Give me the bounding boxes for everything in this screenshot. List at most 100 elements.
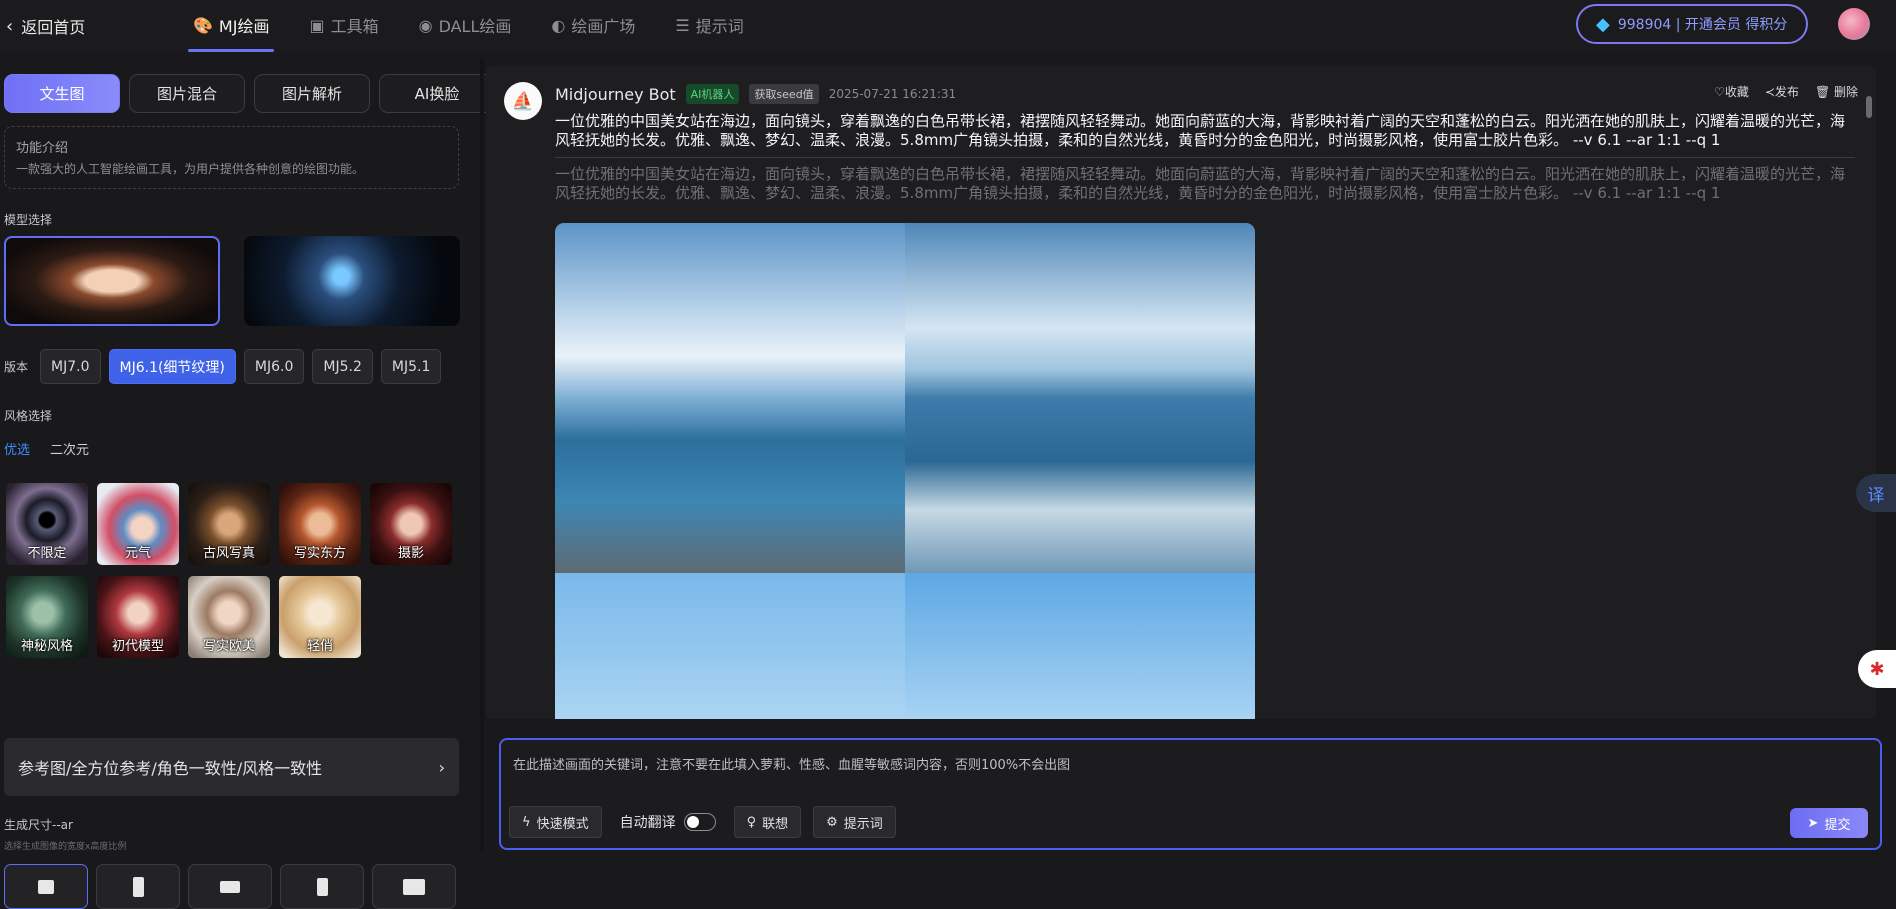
- palette-icon: ◉: [418, 15, 433, 35]
- style-caption: 轻俏: [306, 639, 333, 654]
- reference-options[interactable]: 参考图/全方位参考/角色一致性/风格一致性 ›: [4, 738, 459, 796]
- style-card[interactable]: 轻俏: [279, 576, 361, 658]
- model-card-realistic[interactable]: [4, 236, 220, 326]
- translate-float-button[interactable]: 译: [1856, 474, 1896, 512]
- prompt-input-placeholder[interactable]: 在此描述画面的关键词，注意不要在此填入萝莉、性感、血腥等敏感词内容，否则100%…: [513, 754, 1070, 773]
- get-seed-button[interactable]: 获取seed值: [749, 84, 819, 104]
- fast-mode-button[interactable]: ϟ 快速模式: [509, 806, 602, 838]
- style-card[interactable]: 古风写真: [188, 483, 270, 565]
- favorite-button[interactable]: ♡收藏: [1714, 83, 1749, 100]
- result-image-grid: [555, 223, 1255, 719]
- publish-button[interactable]: ≺发布: [1765, 83, 1799, 100]
- avatar[interactable]: [1838, 8, 1870, 40]
- version-mj52[interactable]: MJ5.2: [312, 349, 373, 384]
- palette-icon: 🎨: [193, 15, 213, 35]
- tab-prompts[interactable]: ☰ 提示词: [670, 0, 748, 50]
- message-time: 2025-07-21 16:21:31: [828, 87, 957, 101]
- style-card[interactable]: 摄影: [370, 483, 452, 565]
- prompt-helper-button[interactable]: ⚙ 提示词: [813, 806, 896, 838]
- version-label: 版本: [4, 360, 29, 374]
- portrait-icon: [316, 877, 328, 896]
- style-caption: 写实东方: [293, 546, 346, 561]
- style-caption: 神秘风格: [20, 639, 73, 654]
- result-image[interactable]: [555, 223, 905, 573]
- size-options: [4, 864, 456, 909]
- prompt-text: 一位优雅的中国美女站在海边，面向镜头，穿着飘逸的白色吊带长裙，裙摆随风轻轻舞动。…: [555, 112, 1846, 149]
- size-option-portrait[interactable]: [96, 864, 180, 909]
- chevron-right-icon: ›: [438, 757, 445, 777]
- sailboat-icon: ⛵: [511, 90, 535, 112]
- style-card[interactable]: 写实东方: [279, 483, 361, 565]
- tab-label: DALL绘画: [438, 17, 512, 36]
- network-icon[interactable]: ✱: [1858, 650, 1896, 688]
- style-card[interactable]: 不限定: [6, 483, 88, 565]
- style-card[interactable]: 写实欧美: [188, 576, 270, 658]
- vip-button[interactable]: ◆ 998904 | 开通会员 得积分: [1576, 4, 1808, 44]
- style-caption: 写实欧美: [202, 639, 255, 654]
- auto-translate-toggle[interactable]: 自动翻译: [620, 812, 716, 832]
- divider: [555, 157, 1855, 158]
- delete-button[interactable]: 🗑 删除: [1815, 83, 1858, 100]
- tab-toolbox[interactable]: ▣ 工具箱: [304, 0, 383, 50]
- toolbox-icon: ▣: [309, 15, 325, 35]
- result-image[interactable]: [555, 573, 905, 719]
- version-selector: 版本 MJ7.0 MJ6.1(细节纹理) MJ6.0 MJ5.2 MJ5.1: [4, 349, 442, 384]
- prompt-echo-text: 一位优雅的中国美女站在海边，面向镜头，穿着飘逸的白色吊带长裙，裙摆随风轻轻舞动。…: [555, 165, 1846, 202]
- feature-intro: 功能介绍 一款强大的人工智能绘画工具，为用户提供各种创意的绘图功能。: [4, 126, 459, 189]
- mode-tab-face-swap[interactable]: AI换脸: [379, 74, 495, 113]
- size-option-tall[interactable]: [280, 864, 364, 909]
- intro-desc: 一款强大的人工智能绘画工具，为用户提供各种创意的绘图功能。: [16, 162, 365, 176]
- submit-label: 提交: [1824, 817, 1851, 833]
- tab-drawing-plaza[interactable]: ◐ 绘画广场: [546, 0, 640, 50]
- style-label: 风格选择: [4, 409, 53, 423]
- chat-panel: ⛵ Midjourney Bot AI机器人 获取seed值 2025-07-2…: [486, 66, 1876, 719]
- message-header: Midjourney Bot AI机器人 获取seed值 2025-07-21 …: [555, 84, 956, 104]
- tab-mj-drawing[interactable]: 🎨 MJ绘画: [188, 0, 275, 52]
- send-icon: ➤: [1807, 815, 1819, 831]
- result-image[interactable]: [905, 223, 1255, 573]
- auto-translate-label: 自动翻译: [619, 815, 676, 831]
- size-option-landscape[interactable]: [188, 864, 272, 909]
- toggle-switch[interactable]: [683, 813, 716, 831]
- fast-mode-label: 快速模式: [536, 816, 589, 832]
- planet-icon: ◐: [551, 15, 566, 35]
- lightning-icon: ϟ: [522, 814, 531, 830]
- version-mj61[interactable]: MJ6.1(细节纹理): [108, 349, 236, 384]
- bulb-icon: ♀: [746, 814, 757, 830]
- version-mj70[interactable]: MJ7.0: [40, 349, 101, 384]
- mode-tab-text-to-image[interactable]: 文生图: [4, 74, 120, 113]
- mode-tabs: 文生图 图片混合 图片解析 AI换脸: [4, 74, 495, 113]
- tab-label: 绘画广场: [571, 17, 636, 36]
- style-card[interactable]: 元气: [97, 483, 179, 565]
- style-caption: 初代模型: [111, 639, 164, 654]
- version-mj51[interactable]: MJ5.1: [380, 349, 442, 384]
- scrollbar[interactable]: [1866, 96, 1872, 118]
- result-image[interactable]: [905, 573, 1255, 719]
- tab-label: 工具箱: [330, 17, 379, 36]
- submit-button[interactable]: ➤ 提交: [1790, 808, 1868, 838]
- style-caption: 不限定: [27, 546, 67, 561]
- size-hint: 选择生成图像的宽度x高度比例: [4, 842, 127, 852]
- associate-button[interactable]: ♀ 联想: [733, 806, 802, 838]
- size-option-wide[interactable]: [372, 864, 456, 909]
- bot-avatar: ⛵: [504, 82, 542, 120]
- style-cat-featured[interactable]: 优选: [4, 439, 30, 458]
- top-bar: ‹ 返回首页 🎨 MJ绘画 ▣ 工具箱 ◉ DALL绘画 ◐ 绘画广场 ☰ 提示…: [0, 0, 1896, 52]
- panel-divider[interactable]: [480, 58, 484, 851]
- prompt-input-box[interactable]: 在此描述画面的关键词，注意不要在此填入萝莉、性感、血腥等敏感词内容，否则100%…: [499, 738, 1882, 850]
- reference-label: 参考图/全方位参考/角色一致性/风格一致性: [18, 759, 323, 778]
- model-card-anime[interactable]: [244, 236, 460, 326]
- style-categories: 优选 二次元: [4, 439, 89, 458]
- mode-tab-image-describe[interactable]: 图片解析: [254, 74, 370, 113]
- mode-tab-image-blend[interactable]: 图片混合: [129, 74, 245, 113]
- size-option-1-1[interactable]: [4, 864, 88, 909]
- style-cat-anime[interactable]: 二次元: [50, 439, 89, 458]
- vip-text: 998904 | 开通会员 得积分: [1617, 17, 1788, 33]
- tab-dall-drawing[interactable]: ◉ DALL绘画: [414, 0, 517, 50]
- diamond-icon: ◆: [1596, 13, 1610, 35]
- style-card[interactable]: 初代模型: [97, 576, 179, 658]
- version-mj60[interactable]: MJ6.0: [243, 349, 305, 384]
- portrait-icon: [132, 876, 144, 897]
- back-home-link[interactable]: ‹ 返回首页: [6, 14, 85, 38]
- style-card[interactable]: 神秘风格: [6, 576, 88, 658]
